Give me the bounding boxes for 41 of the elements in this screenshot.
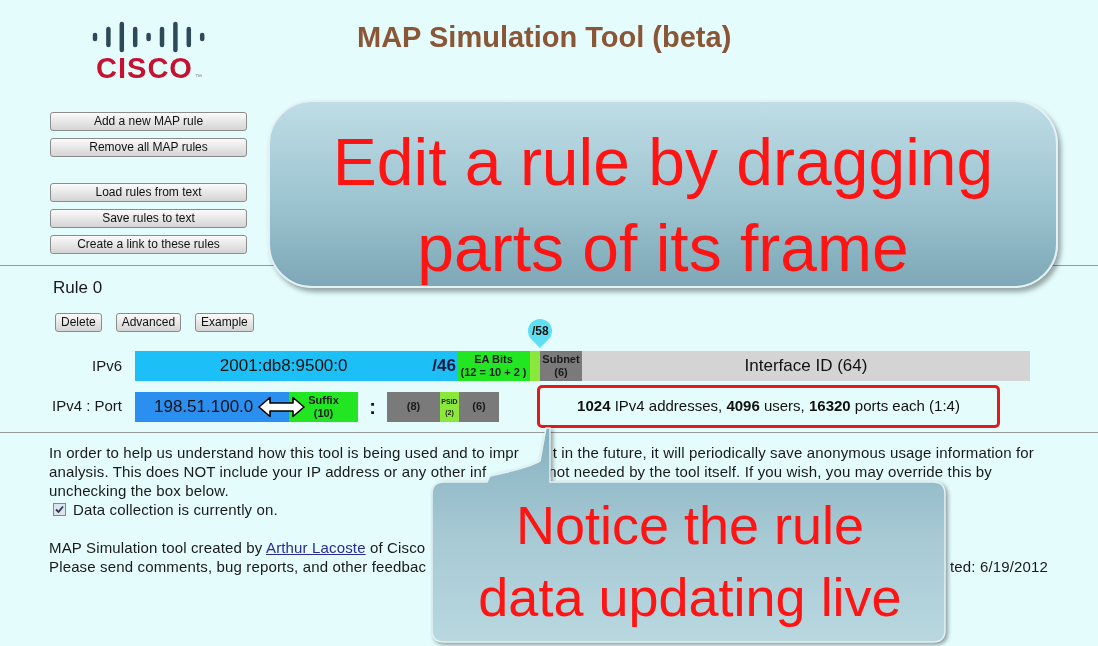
resize-cursor-icon bbox=[258, 395, 305, 418]
callout-text: data updating live bbox=[478, 566, 902, 629]
row-label: IPv4 : Port bbox=[51, 396, 122, 417]
toolbar-button[interactable]: Load rules from text bbox=[50, 183, 247, 202]
rule-button[interactable]: Delete bbox=[55, 313, 102, 332]
interface-id-segment[interactable]: Interface ID (64) bbox=[582, 351, 1030, 381]
notice-text: analysis. This does NOT include your IP address or any other inf bbox=[49, 462, 487, 481]
notice-text: unchecking the box below. bbox=[49, 481, 229, 500]
row-label: IPv6 bbox=[92, 355, 122, 376]
rule-title: Rule 0 bbox=[53, 278, 103, 298]
callout-text: parts of its frame bbox=[417, 210, 909, 287]
author-link[interactable]: Arthur Lacoste bbox=[266, 539, 366, 556]
checkbox-label: Data collection is currently on. bbox=[73, 500, 278, 519]
notice-text: In order to help us understand how this tool is being used and to impr bbox=[49, 443, 519, 462]
rule-button[interactable]: Example bbox=[195, 313, 254, 332]
rule-summary-text: 1024 IPv4 addresses, 4096 users, 16320 ports each (1:4) bbox=[577, 396, 960, 417]
port-bits-segment[interactable]: (6) bbox=[459, 391, 499, 422]
prefix-segment[interactable]: 2001:db8:9500:0 /46 bbox=[135, 351, 457, 381]
prefix-length: /46 bbox=[432, 355, 457, 378]
update-date-text: ted: 6/19/2012 bbox=[949, 557, 1048, 576]
checkbox[interactable] bbox=[53, 503, 66, 516]
subnet-segment[interactable]: Subnet (6) bbox=[540, 351, 582, 381]
prefix-value: 2001:db8:9500:0 bbox=[218, 355, 349, 378]
toolbar-button[interactable]: Save rules to text bbox=[50, 209, 247, 228]
ea-bits-segment[interactable]: EA Bits (12 = 10 + 2 ) bbox=[457, 351, 530, 381]
separator-text: : bbox=[369, 394, 376, 420]
rule-button[interactable]: Advanced bbox=[115, 313, 182, 332]
port-bits-segment[interactable]: (8) bbox=[387, 391, 440, 422]
feedback-text: Please send comments, bug reports, and other feedbac bbox=[49, 557, 427, 576]
toolbar-button[interactable]: Remove all MAP rules bbox=[50, 138, 247, 157]
toolbar-button[interactable]: Create a link to these rules bbox=[50, 235, 247, 254]
credit-text: MAP Simulation tool created by Arthur Lacoste of Cisco bbox=[49, 539, 426, 556]
page-title: MAP Simulation Tool (beta) bbox=[357, 20, 732, 54]
bars-logo-icon bbox=[92, 21, 206, 53]
checkmark-icon bbox=[55, 505, 64, 514]
logo-wordmark: CISCO bbox=[96, 53, 193, 83]
suffix-segment[interactable]: Suffix (10) bbox=[289, 391, 358, 422]
notice-text: t in the future, it will periodically save anonymous usage information for bbox=[552, 443, 1034, 462]
callout-text: Notice the rule bbox=[515, 494, 865, 557]
toolbar-button[interactable]: Add a new MAP rule bbox=[50, 112, 247, 131]
callout-text: Edit a rule by dragging bbox=[332, 124, 994, 201]
